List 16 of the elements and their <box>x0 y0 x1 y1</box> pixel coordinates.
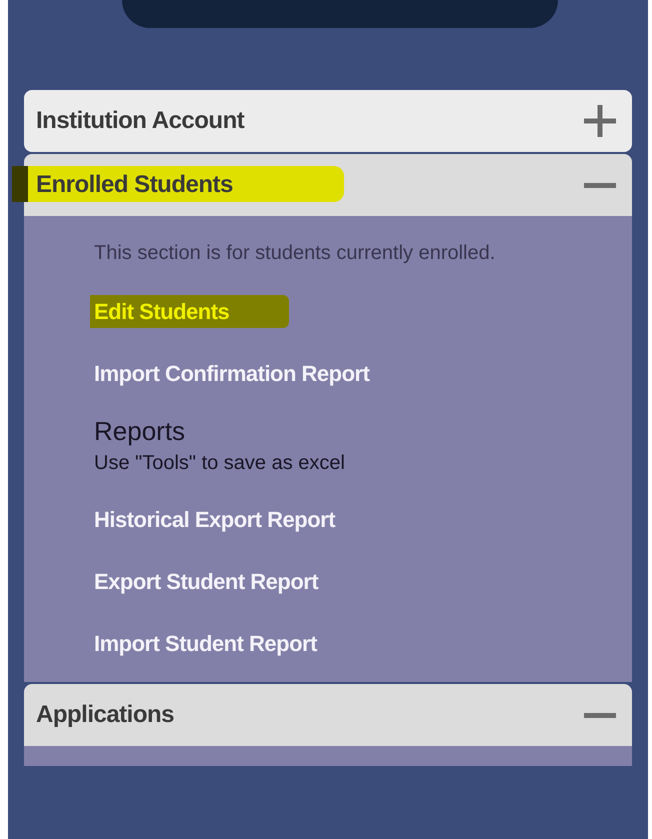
menu-link[interactable]: Import Confirmation Report <box>94 356 370 390</box>
section-title: Enrolled Students <box>36 170 233 200</box>
accordion-header[interactable]: Applications <box>24 684 632 746</box>
reports-heading: Reports <box>94 415 186 448</box>
menu-link[interactable]: Export Student Report <box>94 564 318 598</box>
reports-note: Use "Tools" to save as excel <box>94 451 346 476</box>
minus-icon <box>584 712 616 718</box>
section-description: This section is for students currently enrolled. <box>94 241 496 266</box>
plus-icon <box>584 105 616 137</box>
menu-link[interactable]: Edit Students <box>90 294 290 328</box>
minus-icon <box>584 182 616 188</box>
accordion-header[interactable]: Institution Account <box>24 90 632 152</box>
section-title: Institution Account <box>36 106 244 136</box>
menu-link[interactable]: Historical Export Report <box>94 502 336 536</box>
menu-link[interactable]: Import Student Report <box>94 626 317 660</box>
section-title: Applications <box>36 700 174 730</box>
